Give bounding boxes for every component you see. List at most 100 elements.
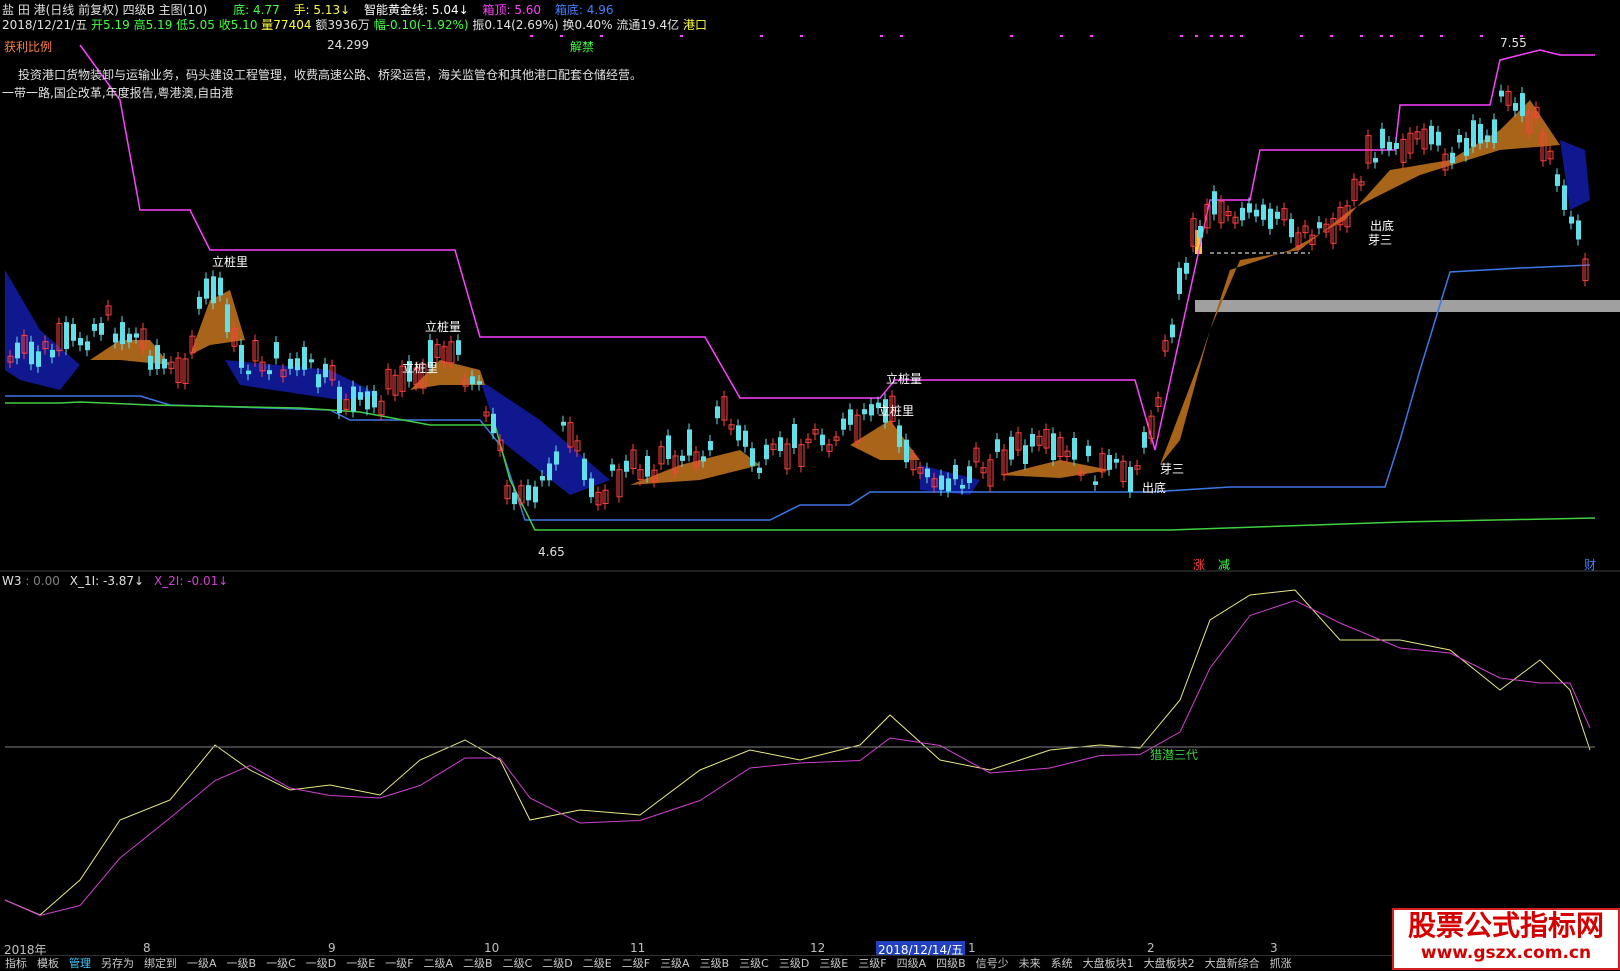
candle-body-down xyxy=(1086,445,1091,457)
taskbar-item[interactable]: 一级B xyxy=(222,956,262,971)
candle-body-down xyxy=(526,485,531,501)
candle-body-down xyxy=(211,276,216,304)
taskbar-item[interactable]: 一级F xyxy=(380,956,418,971)
taskbar-item[interactable]: 二级F xyxy=(617,956,655,971)
x2-label: X_2I: -0.01 xyxy=(153,574,219,588)
business-description: 投资港口货物装卸与运输业务，码头建设工程管理，收费高速公路、桥梁运营，海关监管仓… xyxy=(18,68,643,82)
taskbar-item[interactable]: 未来 xyxy=(1014,956,1046,971)
taskbar-item[interactable]: 三级E xyxy=(814,956,853,971)
candle-body-down xyxy=(666,435,671,460)
taskbar-item[interactable]: 一级D xyxy=(301,956,341,971)
candle-body-down xyxy=(1107,454,1112,470)
candle-body-down xyxy=(358,392,363,400)
taskbar-item[interactable]: 二级A xyxy=(419,956,459,971)
candle-body-down xyxy=(841,418,846,430)
candle-body-down xyxy=(155,345,160,369)
chart-canvas[interactable] xyxy=(0,0,1620,970)
candle-body-down xyxy=(757,467,762,473)
taskbar-item[interactable]: 二级C xyxy=(498,956,538,971)
taskbar-item[interactable]: 一级A xyxy=(182,956,222,971)
chart-title[interactable]: 盐 田 港(日线 前复权) 四级B 主图(10) xyxy=(2,3,207,17)
candle-body-down xyxy=(1093,481,1098,485)
candle-body-down xyxy=(750,448,755,466)
candle-body-down xyxy=(512,492,517,505)
candle-body-down xyxy=(953,464,958,480)
taskbar-item[interactable]: 三级D xyxy=(774,956,814,971)
taskbar-item[interactable]: 三级C xyxy=(734,956,774,971)
candle-body-down xyxy=(204,278,209,299)
taskbar-item[interactable]: 四级A xyxy=(892,956,932,971)
taskbar-item[interactable]: 一级E xyxy=(341,956,380,971)
candle-body-down xyxy=(925,468,930,478)
candle-body-down xyxy=(456,340,461,355)
high-price-label: 7.55 xyxy=(1500,36,1527,50)
candle-body-down xyxy=(946,478,951,492)
candle-body-down xyxy=(540,475,545,481)
taskbar-item[interactable]: 三级A xyxy=(655,956,695,971)
taskbar-item[interactable]: 管理 xyxy=(64,956,96,971)
taskbar-item[interactable]: 二级E xyxy=(578,956,617,971)
candle-body-down xyxy=(1275,211,1280,219)
candle-body-down xyxy=(897,425,902,447)
candle-body-down xyxy=(1030,433,1035,447)
candle-body-down xyxy=(337,386,342,414)
taskbar-item[interactable]: 绑定到 xyxy=(139,956,182,971)
taskbar-item[interactable]: 指标 xyxy=(0,956,32,971)
candle-body-down xyxy=(15,342,20,359)
taskbar-item[interactable]: 一级C xyxy=(261,956,301,971)
candle-body-down xyxy=(778,437,783,452)
candle-body-down xyxy=(1450,152,1455,164)
candle-body-down xyxy=(1492,119,1497,143)
candle-body-down xyxy=(470,376,475,385)
profit-ratio-label: 获利比例 xyxy=(4,40,53,54)
candle-body-down xyxy=(113,333,118,343)
jian-signal: 减 xyxy=(1218,558,1231,572)
taskbar-item[interactable]: 另存为 xyxy=(96,956,139,971)
taskbar-item[interactable]: 模板 xyxy=(32,956,64,971)
lower-annotation: 猎潜三代 xyxy=(1150,748,1199,762)
candle-body-down xyxy=(1373,158,1378,163)
brown-band xyxy=(1160,100,1560,465)
candle-body-down xyxy=(995,439,1000,452)
event-dash xyxy=(1380,35,1383,37)
xaxis-month: 11 xyxy=(630,941,646,955)
quote-industry: 港口 xyxy=(682,18,707,32)
quote-change: 幅-0.10(-1.92%) xyxy=(373,18,469,32)
taskbar-item[interactable]: 大盘板块1 xyxy=(1078,956,1139,971)
quote-amount: 额3936万 xyxy=(315,18,370,32)
cai-signal: 财 xyxy=(1584,558,1597,572)
candle-body-down xyxy=(134,333,139,338)
candle-body-down xyxy=(1513,103,1518,111)
taskbar-item[interactable]: 二级D xyxy=(537,956,577,971)
taskbar-item[interactable]: 抓涨 xyxy=(1265,956,1297,971)
concept-tags: 一带一路,国企改革,年度报告,粤港澳,自由港 xyxy=(2,86,234,100)
candle-body-down xyxy=(316,374,321,388)
xaxis-month: 10 xyxy=(484,941,500,955)
candle-body-down xyxy=(1478,123,1483,144)
candle-body-down xyxy=(820,434,825,446)
candle-body-down xyxy=(323,363,328,378)
candle-body-down xyxy=(680,455,685,461)
taskbar-item[interactable]: 信号少 xyxy=(971,956,1014,971)
candle-body-down xyxy=(78,338,83,346)
candle-body-down xyxy=(267,370,272,375)
event-dash xyxy=(1300,35,1303,37)
taskbar-item[interactable]: 三级B xyxy=(695,956,735,971)
candle-body-down xyxy=(1520,93,1525,117)
zhuang-mark-5: 立桩里 xyxy=(878,404,915,418)
candle-body-down xyxy=(589,478,594,498)
candle-body-down xyxy=(1247,203,1252,213)
event-dash xyxy=(680,35,683,37)
taskbar-item[interactable]: 二级B xyxy=(458,956,498,971)
event-dash xyxy=(560,35,563,37)
taskbar-item[interactable]: 四级B xyxy=(931,956,971,971)
xaxis-month: 3 xyxy=(1270,941,1278,955)
taskbar-item[interactable]: 大盘板块2 xyxy=(1139,956,1200,971)
taskbar-item[interactable]: 三级F xyxy=(853,956,891,971)
candle-body-down xyxy=(477,381,482,385)
candle-body-down xyxy=(1562,185,1567,210)
candle-body-down xyxy=(99,323,104,335)
taskbar-item[interactable]: 系统 xyxy=(1046,956,1078,971)
taskbar-item[interactable]: 大盘新综合 xyxy=(1200,956,1265,971)
candle-body-down xyxy=(85,341,90,351)
